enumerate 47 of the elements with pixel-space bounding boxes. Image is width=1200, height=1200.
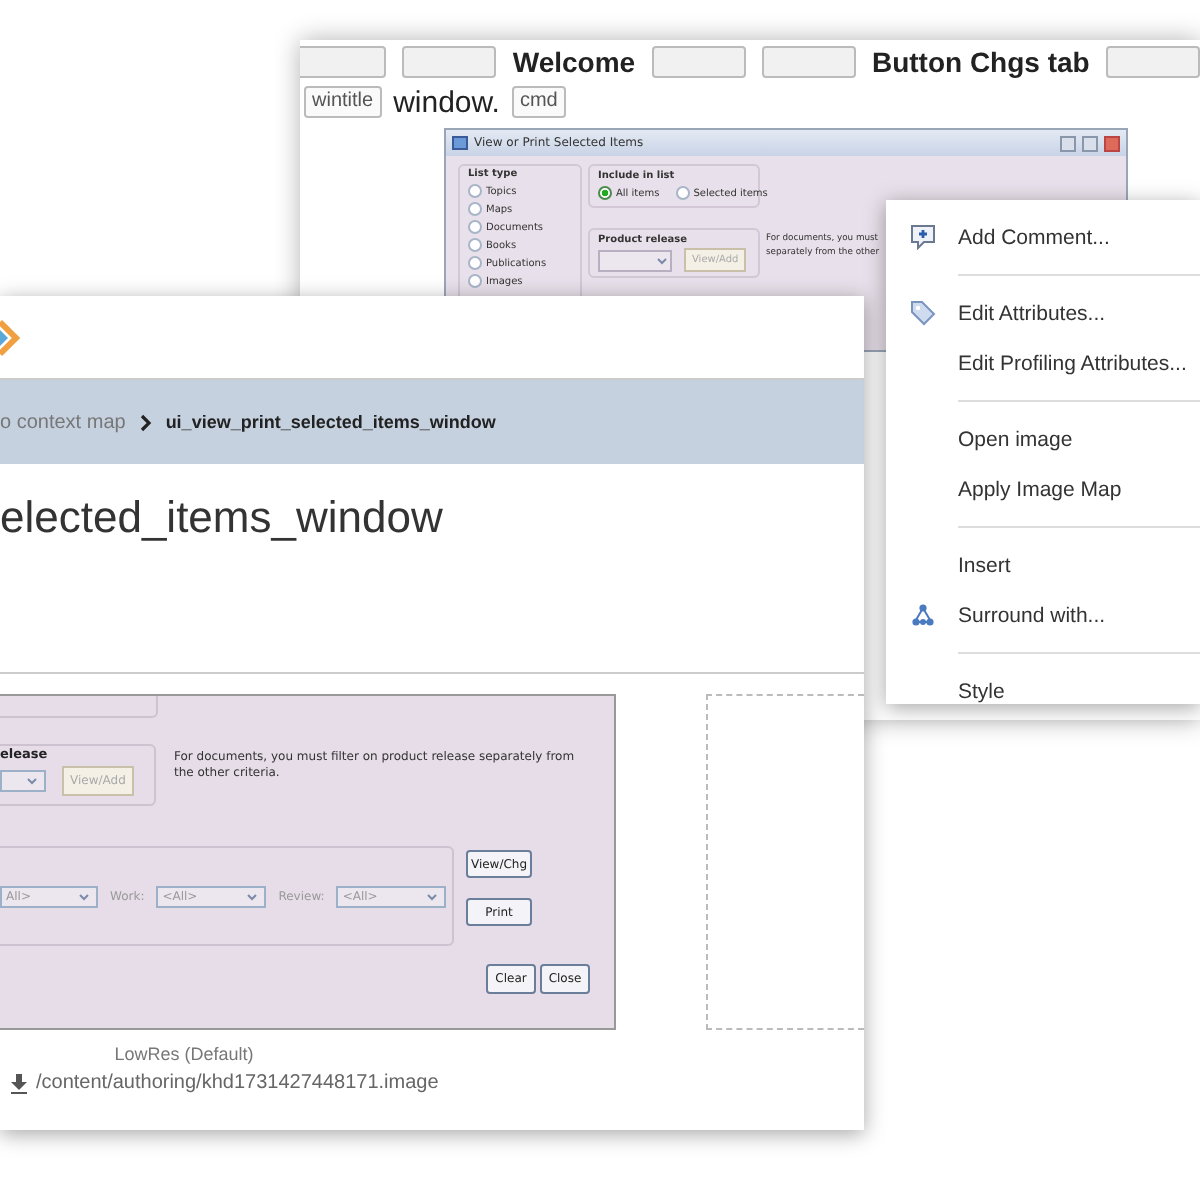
markup-tag [300,46,387,78]
menu-item[interactable]: Edit Profiling Attributes... [958,351,1187,375]
content-text: Button Chgs tab [871,46,1090,78]
maximize-icon[interactable] [1082,135,1098,151]
logo-icon [0,315,20,359]
radio-button[interactable] [468,184,482,198]
content-text: window. [393,85,500,119]
radio-button[interactable] [598,186,612,200]
markup-tag [1105,46,1200,78]
download-icon[interactable] [10,1073,28,1093]
breadcrumb-current: ui_view_print_selected_items_window [165,412,496,432]
radio-button[interactable] [468,202,482,216]
radio-button[interactable] [468,256,482,270]
chevron-icon [246,891,259,901]
radio-button[interactable] [468,238,482,252]
chevron-icon [426,891,439,901]
chevron-icon [656,255,668,265]
markup-tag [761,46,856,78]
tag-icon [910,300,936,326]
content-text: Welcome [512,46,636,78]
menu-item[interactable]: Insert [958,553,1011,577]
menu-item[interactable]: Open image [958,427,1073,451]
menu-item[interactable]: Add Comment... [958,225,1110,249]
chevron-icon [78,891,90,901]
radio-button[interactable] [468,220,482,234]
dropdown[interactable] [598,249,672,271]
radio-button[interactable] [675,186,690,200]
hierarchy-icon [910,602,936,628]
markup-tag [402,46,497,78]
menu-item[interactable]: Edit Attributes... [958,301,1106,325]
image-caption: LowRes (Default) [114,1044,254,1064]
window-icon [452,136,468,150]
chevron-icon [139,413,152,431]
menu-item[interactable]: Surround with... [958,603,1106,627]
markup-tag: wintitle [304,86,382,118]
file-path: /content/authoring/khd1731427448171.image [36,1072,439,1094]
menu-item[interactable]: Style [958,679,1005,703]
chevron-icon [26,776,38,786]
radio-button[interactable] [468,274,482,288]
comment-icon [910,224,936,250]
dropdown[interactable] [0,770,46,792]
markup-tag [651,46,746,78]
page-title: elected_items_window [0,492,443,544]
close-icon[interactable] [1104,135,1120,151]
markup-tag: cmd [511,86,566,118]
minimize-icon[interactable] [1060,135,1076,151]
menu-item[interactable]: Apply Image Map [958,477,1122,501]
